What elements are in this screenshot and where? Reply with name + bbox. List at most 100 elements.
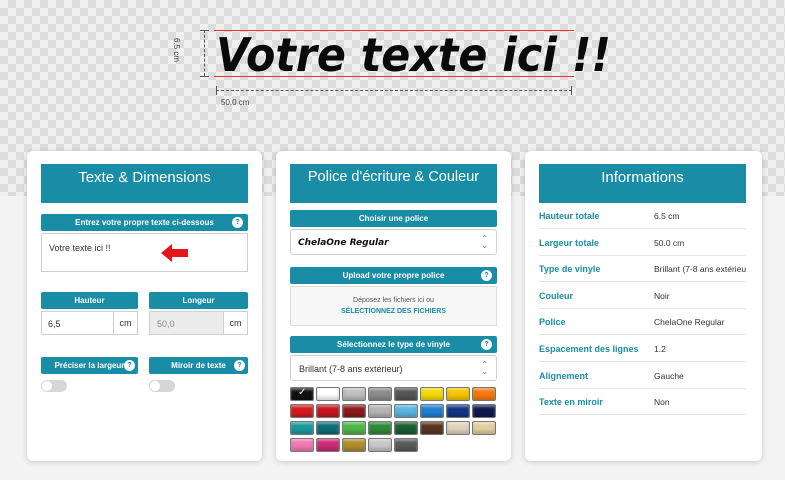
panel-title: Texte & Dimensions xyxy=(41,164,248,203)
font-color-panel: Police d'écriture & Couleur Choisir une … xyxy=(276,151,511,461)
info-row: Largeur totale 50.0 cm xyxy=(539,230,746,256)
panel-title: Informations xyxy=(539,164,746,203)
vinyl-type-select[interactable]: Brillant (7-8 ans extérieur) ⌃ ⌄ xyxy=(290,355,497,381)
font-select-value: ChelaOne Regular xyxy=(298,238,389,248)
info-value: Brillant (7-8 ans extérieur) xyxy=(654,264,746,275)
width-toggle-label: Préciser la largeur ? xyxy=(41,357,138,374)
info-label: Espacement des lignes xyxy=(539,344,639,354)
width-toggle[interactable] xyxy=(41,380,67,392)
color-swatch[interactable] xyxy=(342,387,366,401)
width-dimension-cap-left xyxy=(216,86,217,95)
height-unit: cm xyxy=(113,312,137,334)
vinyl-type-label-text: Sélectionnez le type de vinyle xyxy=(337,340,450,349)
color-swatch[interactable] xyxy=(368,421,392,435)
color-swatch[interactable] xyxy=(472,387,496,401)
help-icon[interactable]: ? xyxy=(232,217,243,228)
color-swatch[interactable] xyxy=(420,421,444,435)
color-swatch[interactable] xyxy=(290,387,314,401)
text-dimensions-panel: Texte & Dimensions Entrez votre propre t… xyxy=(27,151,262,461)
info-label: Texte en miroir xyxy=(539,397,603,408)
info-label: Largeur totale xyxy=(539,237,600,248)
preview-text: Votre texte ici !! xyxy=(216,28,611,82)
color-swatch[interactable] xyxy=(394,421,418,435)
chevron-updown-icon: ⌃ ⌄ xyxy=(481,360,488,376)
font-select[interactable]: ChelaOne Regular ⌃ ⌄ xyxy=(290,229,497,255)
color-swatch[interactable] xyxy=(290,438,314,452)
info-label: Couleur xyxy=(539,290,574,301)
color-swatch[interactable] xyxy=(394,387,418,401)
info-value: Noir xyxy=(654,290,670,301)
info-label: Type de vinyle xyxy=(539,264,601,275)
color-swatch[interactable] xyxy=(394,438,418,452)
text-preview: Votre texte ici !! 6.5 cm 50.0 cm xyxy=(0,0,785,150)
upload-font-label-text: Upload votre propre police xyxy=(342,271,445,280)
info-row: Texte en miroir Non xyxy=(539,389,746,416)
height-dimension-line xyxy=(204,30,205,76)
width-dimension-label: 50.0 cm xyxy=(221,98,250,107)
length-label: Longeur xyxy=(149,292,248,309)
custom-text-value: Votre texte ici !! xyxy=(49,243,111,253)
help-icon[interactable]: ? xyxy=(481,270,492,281)
height-dimension-cap-bottom xyxy=(200,76,209,77)
info-row: Type de vinyle Brillant (7-8 ans extérieu… xyxy=(539,256,746,283)
help-icon[interactable]: ? xyxy=(481,339,492,350)
vinyl-type-value: Brillant (7-8 ans extérieur) xyxy=(299,364,403,374)
color-swatch[interactable] xyxy=(472,404,496,418)
info-row: Couleur Noir xyxy=(539,283,746,309)
info-row: Police ChelaOne Regular xyxy=(539,309,746,336)
color-swatch[interactable] xyxy=(368,404,392,418)
info-value: Gauche xyxy=(654,370,684,381)
mirror-toggle-label-text: Miroir de texte xyxy=(171,361,226,370)
color-swatch[interactable] xyxy=(446,387,470,401)
text-input-label: Entrez votre propre texte ci-dessous ? xyxy=(41,214,248,231)
color-swatch[interactable] xyxy=(420,404,444,418)
font-drop-zone[interactable]: Déposez les fichiers ici ou SÉLECTIONNEZ… xyxy=(290,286,497,326)
length-unit: cm xyxy=(223,312,247,334)
info-value: 6.5 cm xyxy=(654,211,680,221)
color-swatch[interactable] xyxy=(342,404,366,418)
upload-font-label: Upload votre propre police ? xyxy=(290,267,497,284)
mirror-toggle[interactable] xyxy=(149,380,175,392)
length-input[interactable]: 50,0 cm xyxy=(149,311,248,335)
color-swatch[interactable] xyxy=(394,404,418,418)
help-icon[interactable]: ? xyxy=(234,360,245,371)
color-swatch[interactable] xyxy=(472,421,496,435)
height-value: 6,5 xyxy=(48,319,61,329)
color-swatch[interactable] xyxy=(420,387,444,401)
color-swatch[interactable] xyxy=(342,421,366,435)
color-swatch[interactable] xyxy=(290,421,314,435)
color-swatch[interactable] xyxy=(368,387,392,401)
help-icon[interactable]: ? xyxy=(124,360,135,371)
info-row: Espacement des lignes 1.2 xyxy=(539,336,746,362)
width-dimension-cap-right xyxy=(571,86,572,95)
color-swatch[interactable] xyxy=(342,438,366,452)
red-arrow-icon xyxy=(161,244,188,262)
height-input[interactable]: 6,5 cm xyxy=(41,311,138,335)
length-value: 50,0 xyxy=(157,319,175,329)
height-dimension-label: 6.5 cm xyxy=(172,38,181,63)
color-swatch[interactable] xyxy=(316,438,340,452)
width-toggle-label-text: Préciser la largeur xyxy=(54,361,125,370)
custom-text-input[interactable]: Votre texte ici !! xyxy=(41,233,248,272)
color-swatch[interactable] xyxy=(368,438,392,452)
info-row: Alignement Gauche xyxy=(539,363,746,389)
width-dimension-line xyxy=(216,90,572,91)
info-label: Alignement xyxy=(539,370,589,381)
info-row: Hauteur totale 6.5 cm xyxy=(539,203,746,229)
vinyl-type-label: Sélectionnez le type de vinyle ? xyxy=(290,336,497,353)
color-swatch[interactable] xyxy=(290,404,314,418)
info-value: 1.2 xyxy=(654,344,666,354)
info-value: ChelaOne Regular xyxy=(654,317,725,328)
mirror-toggle-label: Miroir de texte ? xyxy=(149,357,248,374)
color-swatch[interactable] xyxy=(446,421,470,435)
color-swatch[interactable] xyxy=(316,421,340,435)
color-swatch[interactable] xyxy=(446,404,470,418)
color-swatch[interactable] xyxy=(316,387,340,401)
height-label: Hauteur xyxy=(41,292,138,309)
info-value: Non xyxy=(654,397,670,408)
select-files-link[interactable]: SÉLECTIONNEZ DES FICHIERS xyxy=(291,308,496,315)
chevron-updown-icon: ⌃ ⌄ xyxy=(481,234,488,250)
font-select-label: Choisir une police xyxy=(290,210,497,227)
color-swatch[interactable] xyxy=(316,404,340,418)
info-label: Police xyxy=(539,317,566,328)
